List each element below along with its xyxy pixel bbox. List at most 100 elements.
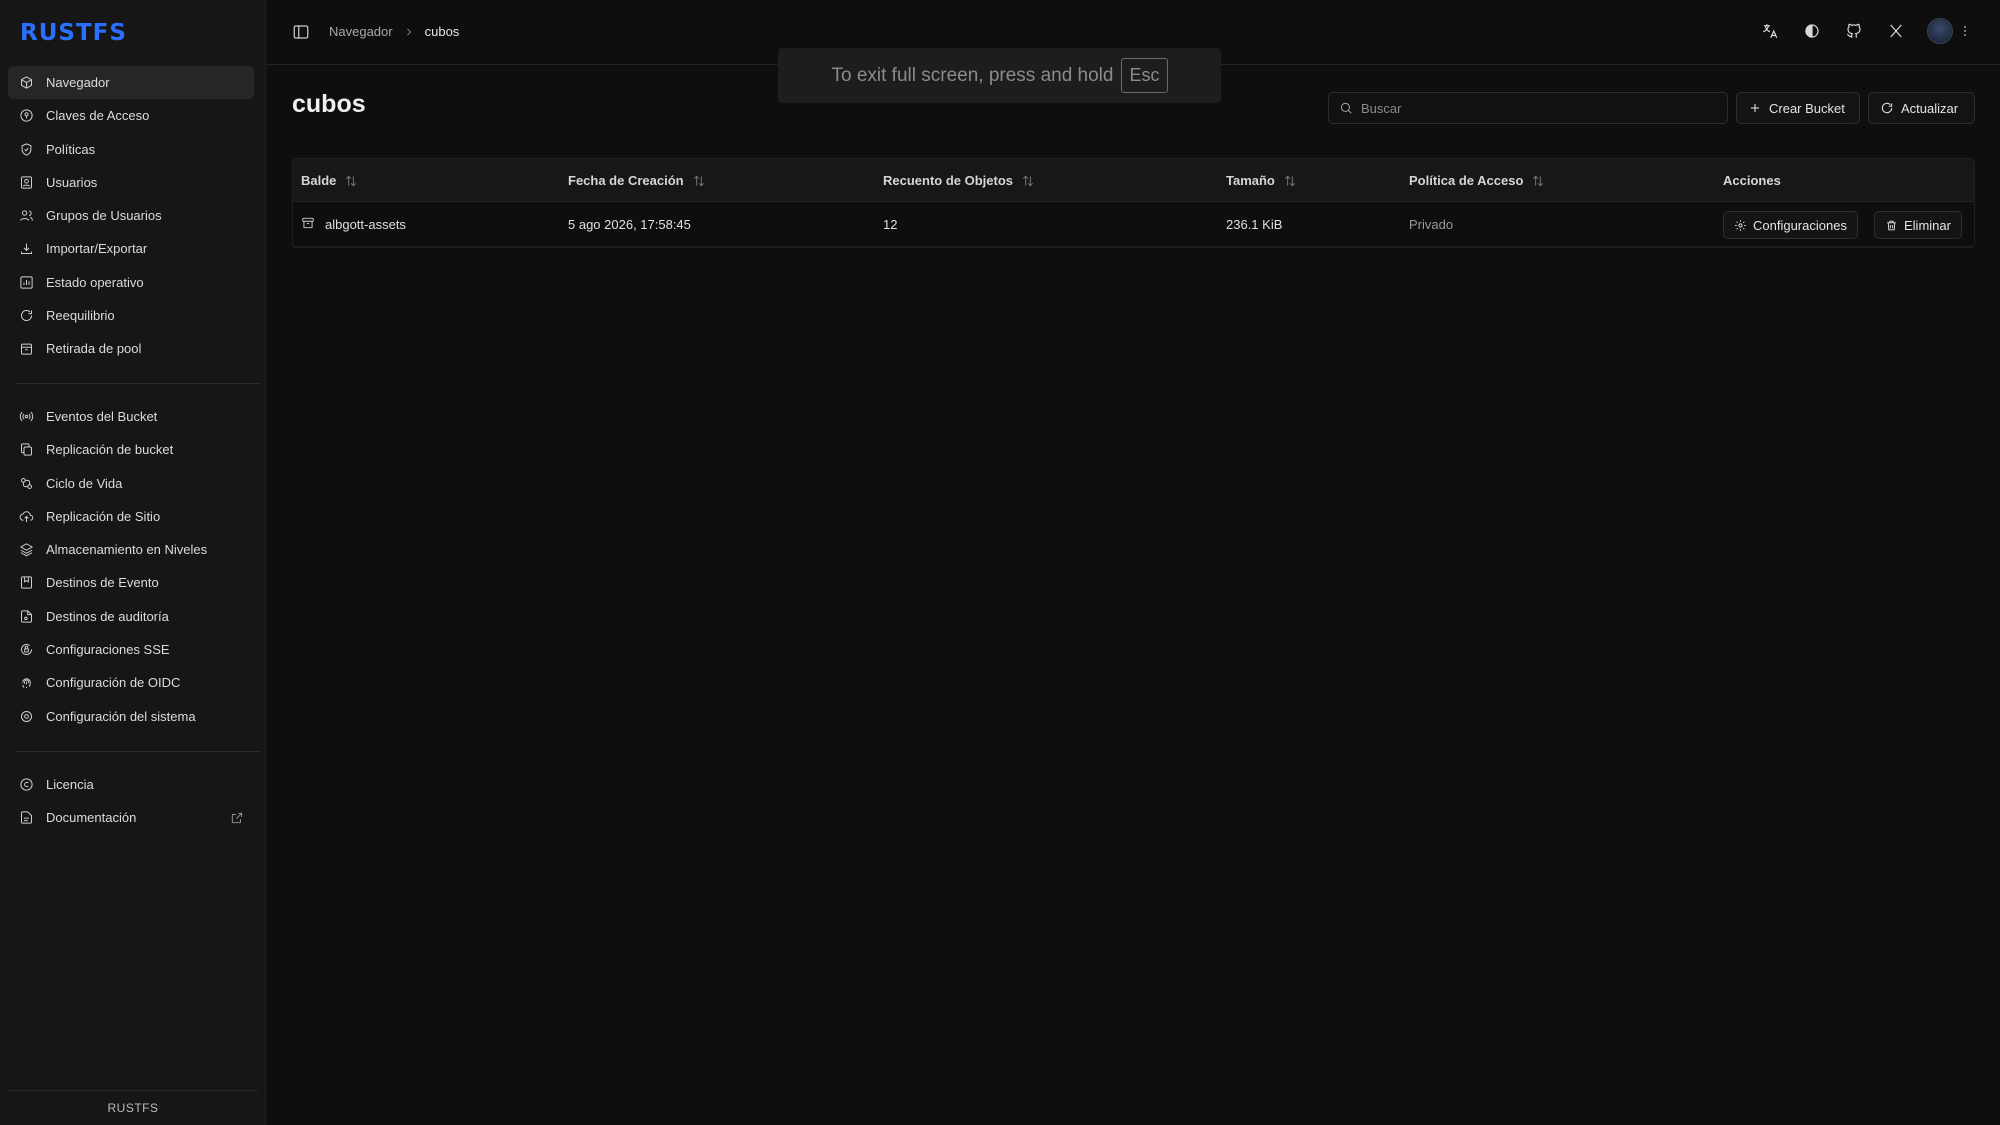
sidebar-item-label: Replicación de bucket xyxy=(46,442,174,458)
broadcast-icon xyxy=(18,409,34,425)
sidebar-item-destinos-de-evento[interactable]: Destinos de Evento xyxy=(8,566,254,599)
sidebar-item-label: Grupos de Usuarios xyxy=(46,208,162,224)
search-input[interactable] xyxy=(1361,100,1701,116)
gear-icon xyxy=(18,708,34,724)
user-card-icon xyxy=(18,174,34,190)
sort-icon[interactable] xyxy=(692,174,706,188)
chevron-right-icon xyxy=(403,26,415,38)
sidebar-item-label: Navegador xyxy=(46,75,110,90)
sidebar-item-label: Almacenamiento en Niveles xyxy=(46,542,208,558)
topbar-actions xyxy=(1759,18,1970,44)
sidebar-item-navegador[interactable]: Navegador xyxy=(8,66,254,99)
sidebar-item-licencia[interactable]: Licencia xyxy=(8,768,254,801)
sidebar-item-importar-exportar[interactable]: Importar/Exportar xyxy=(8,232,254,265)
sidebar-toggle-icon[interactable] xyxy=(292,23,310,41)
sidebar-item-label: Licencia xyxy=(46,777,94,792)
sidebar-item-usuarios[interactable]: Usuarios xyxy=(8,166,254,199)
cell-objects: 12 xyxy=(883,217,898,232)
sidebar-group-main: Navegador Claves de Acceso Políticas Usuari… xyxy=(8,66,254,366)
sidebar-item-label: Documentación xyxy=(46,810,137,826)
breadcrumb-item-navegador[interactable]: Navegador xyxy=(329,24,393,39)
sidebar-item-documentacion[interactable]: Documentación xyxy=(8,801,254,834)
github-icon[interactable] xyxy=(1843,21,1864,42)
theme-toggle-icon[interactable] xyxy=(1801,21,1822,42)
column-header-label: Recuento de Objetos xyxy=(883,173,1014,188)
sidebar-item-ciclo-de-vida[interactable]: Ciclo de Vida xyxy=(8,467,254,500)
avatar[interactable] xyxy=(1927,18,1953,44)
sidebar-item-label: Políticas xyxy=(46,141,96,157)
column-header-policy[interactable]: Política de Acceso xyxy=(1409,159,1545,202)
sidebar-item-configuraciones-sse[interactable]: Configuraciones SSE xyxy=(8,633,254,666)
sort-icon[interactable] xyxy=(1283,174,1297,188)
sidebar-item-estado-operativo[interactable]: Estado operativo xyxy=(8,266,254,299)
sidebar-item-label: Configuración del sistema xyxy=(46,708,196,724)
sidebar-item-eventos-del-bucket[interactable]: Eventos del Bucket xyxy=(8,400,254,433)
shield-icon xyxy=(18,141,34,157)
plus-icon xyxy=(1750,103,1760,113)
column-header-bucket[interactable]: Balde xyxy=(301,159,358,202)
column-header-label: Acciones xyxy=(1723,173,1781,188)
cell-policy: Privado xyxy=(1409,217,1454,232)
sidebar-item-replicacion-de-sitio[interactable]: Replicación de Sitio xyxy=(8,500,254,533)
sidebar-item-label: Configuración de OIDC xyxy=(46,675,181,691)
sidebar-item-reequilibrio[interactable]: Reequilibrio xyxy=(8,299,254,332)
layers-icon xyxy=(18,542,34,558)
sidebar-item-label: Claves de Acceso xyxy=(46,108,150,124)
sidebar-item-retirada-de-pool[interactable]: Retirada de pool xyxy=(8,332,254,365)
delete-button[interactable]: Eliminar xyxy=(1874,211,1962,239)
import-export-icon xyxy=(18,241,34,257)
column-header-label: Tamaño xyxy=(1226,173,1275,188)
column-header-created[interactable]: Fecha de Creación xyxy=(568,159,706,202)
cell-created: 5 ago 2026, 17:58:45 xyxy=(568,217,691,232)
sidebar-item-label: Eventos del Bucket xyxy=(46,409,158,424)
trash-icon xyxy=(1887,220,1896,230)
bucket-name[interactable]: albgott-assets xyxy=(325,217,406,232)
app-root: RUSTFS Navegador Claves de Acceso Política… xyxy=(0,0,2000,1125)
sidebar-item-label: Destinos de auditoría xyxy=(46,608,169,624)
search-icon xyxy=(1340,102,1352,114)
column-header-label: Fecha de Creación xyxy=(568,173,684,188)
table-row[interactable]: albgott-assets 5 ago 2026, 17:58:45 12 2… xyxy=(293,202,1974,247)
sort-icon[interactable] xyxy=(1531,174,1545,188)
translate-icon[interactable] xyxy=(1759,21,1780,42)
sidebar-item-politicas[interactable]: Políticas xyxy=(8,133,254,166)
sidebar-item-almacenamiento-en-niveles[interactable]: Almacenamiento en Niveles xyxy=(8,533,254,566)
column-header-size[interactable]: Tamaño xyxy=(1226,159,1297,202)
sidebar-item-configuracion-de-oidc[interactable]: Configuración de OIDC xyxy=(8,666,254,699)
refresh-button[interactable]: Actualizar xyxy=(1868,92,1975,124)
refresh-icon xyxy=(1881,102,1893,114)
sidebar-item-label: Replicación de Sitio xyxy=(46,508,161,524)
fullscreen-exit-notice: To exit full screen, press and hold Esc xyxy=(778,48,1221,103)
cloud-upload-icon xyxy=(18,508,34,524)
search-field[interactable] xyxy=(1328,92,1728,124)
column-header-label: Balde xyxy=(301,173,337,188)
trash-box-icon xyxy=(18,341,34,357)
esc-key-badge: Esc xyxy=(1121,58,1168,93)
column-header-objects[interactable]: Recuento de Objetos xyxy=(883,159,1035,202)
sidebar-divider xyxy=(16,383,260,384)
sidebar: RUSTFS Navegador Claves de Acceso Política… xyxy=(0,0,266,1125)
lifecycle-icon xyxy=(18,475,34,491)
sidebar-item-grupos-de-usuarios[interactable]: Grupos de Usuarios xyxy=(8,199,254,232)
column-header-actions: Acciones xyxy=(1723,159,1781,202)
sidebar-divider xyxy=(16,751,260,752)
sidebar-item-destinos-de-auditoria[interactable]: Destinos de auditoría xyxy=(8,600,254,633)
sidebar-item-configuracion-del-sistema[interactable]: Configuración del sistema xyxy=(8,700,254,733)
sidebar-footer: RUSTFS xyxy=(8,1090,258,1125)
buckets-table: Balde Fecha de Creación Recuento de Obje… xyxy=(292,158,1975,248)
sidebar-item-label: Estado operativo xyxy=(46,274,144,290)
users-icon xyxy=(18,208,34,224)
more-vertical-icon[interactable] xyxy=(1960,26,1970,36)
sidebar-item-replicacion-de-bucket[interactable]: Replicación de bucket xyxy=(8,433,254,466)
create-bucket-button[interactable]: Crear Bucket xyxy=(1736,92,1860,124)
page-title: cubos xyxy=(292,90,366,118)
sidebar-item-label: Configuraciones SSE xyxy=(46,642,170,658)
sidebar-item-claves-de-acceso[interactable]: Claves de Acceso xyxy=(8,99,254,132)
x-twitter-icon[interactable] xyxy=(1885,21,1906,42)
settings-button[interactable]: Configuraciones xyxy=(1723,211,1858,239)
sort-icon[interactable] xyxy=(344,174,358,188)
sort-icon[interactable] xyxy=(1021,174,1035,188)
app-logo[interactable]: RUSTFS xyxy=(20,20,127,46)
copyright-icon xyxy=(18,777,34,793)
cell-bucket-name[interactable]: albgott-assets xyxy=(301,202,406,247)
